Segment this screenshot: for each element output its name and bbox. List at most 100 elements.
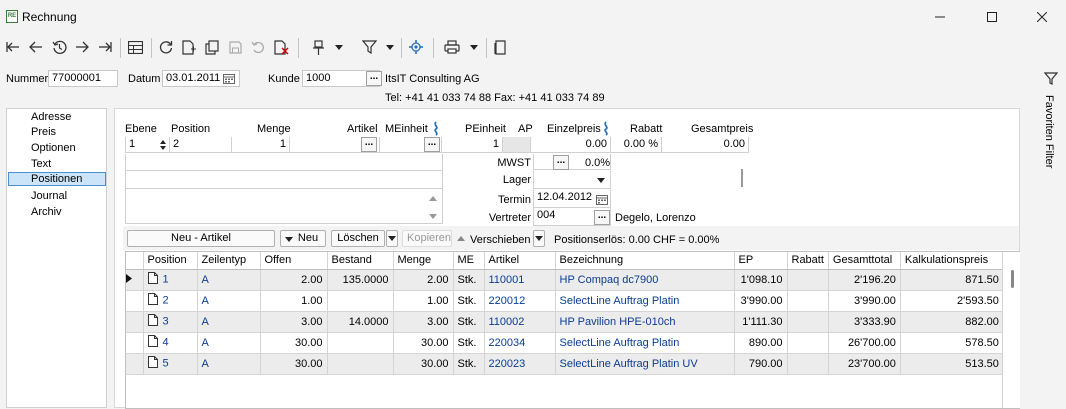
cell-rabatt[interactable] [787, 269, 829, 291]
history-icon[interactable] [50, 38, 68, 56]
cell-bezeichnung[interactable]: HP Compaq dc7900 [555, 269, 735, 291]
cell-kalkulationspreis[interactable]: 513.50 [900, 353, 1004, 375]
favorites-filter-icon[interactable] [1043, 70, 1059, 86]
book-icon[interactable] [491, 38, 509, 56]
cell-bestand[interactable] [327, 353, 394, 375]
calendar-icon[interactable] [222, 72, 236, 85]
verschieben-button[interactable]: Verschieben [470, 233, 531, 247]
row-marker[interactable] [126, 332, 144, 354]
cell-me[interactable]: Stk. [453, 311, 485, 333]
table-row[interactable]: 3 A 3.00 14.0000 3.00 Stk. 110002 HP Pavilion H… [126, 311, 1004, 333]
termin-calendar-icon[interactable] [595, 193, 609, 205]
cell-menge[interactable]: 30.00 [393, 353, 454, 375]
table-row[interactable]: 5 A 30.00 30.00 Stk. 220023 SelectLine Auftrag… [126, 353, 1004, 375]
cell-bestand[interactable]: 135.0000 [327, 269, 394, 291]
nav-item-positionen[interactable]: Positionen [8, 172, 106, 186]
copy-icon[interactable] [203, 38, 221, 56]
table-row[interactable]: 1 A 2.00 135.0000 2.00 Stk. 110001 HP Compaq dc… [126, 269, 1004, 291]
undo-icon[interactable] [249, 38, 267, 56]
col-gesamttotal[interactable]: Gesamttotal [828, 252, 901, 270]
cell-bezeichnung[interactable]: SelectLine Auftrag Platin [555, 332, 735, 354]
cell-ep[interactable]: 3'990.00 [734, 290, 788, 312]
table-row[interactable]: 4 A 30.00 30.00 Stk. 220034 SelectLine Auftrag… [126, 332, 1004, 354]
cell-bezeichnung[interactable]: SelectLine Auftrag Platin UV [555, 353, 735, 375]
pin-dropdown-icon[interactable] [334, 42, 344, 52]
cell-rabatt[interactable] [787, 353, 829, 375]
col-ep[interactable]: EP [734, 252, 788, 270]
nav-item-adresse[interactable]: Adresse [8, 110, 106, 124]
col-offen[interactable]: Offen [260, 252, 328, 270]
favorites-filter-tab[interactable]: Favoriten Filter [1036, 95, 1064, 175]
loeschen-button[interactable]: Löschen [331, 230, 385, 247]
refresh-icon[interactable] [157, 38, 175, 56]
cell-rabatt[interactable] [787, 290, 829, 312]
col-rabatt[interactable]: Rabatt [787, 252, 829, 270]
grid-scrollbar-thumb[interactable] [1011, 270, 1014, 288]
maximize-icon[interactable] [980, 6, 1004, 28]
cell-kalkulationspreis[interactable]: 871.50 [900, 269, 1004, 291]
position-field[interactable]: 2 [170, 137, 232, 153]
cell-artikel[interactable]: 110002 [484, 311, 556, 333]
cell-position[interactable]: 3 [143, 311, 198, 333]
cell-position[interactable]: 4 [143, 332, 198, 354]
verschieben-dropdown-button[interactable] [533, 230, 545, 247]
row-marker[interactable] [126, 290, 144, 312]
cell-gesamttotal[interactable]: 3'990.00 [828, 290, 901, 312]
einzelpreis-link-icon[interactable] [601, 120, 611, 136]
lager-dropdown-icon[interactable] [595, 175, 607, 185]
row-marker[interactable] [126, 353, 144, 375]
cell-me[interactable]: Stk. [453, 290, 485, 312]
cell-artikel[interactable]: 110001 [484, 269, 556, 291]
col-bezeichnung[interactable]: Bezeichnung [555, 252, 735, 270]
cell-offen[interactable]: 30.00 [260, 332, 328, 354]
cell-menge[interactable]: 3.00 [393, 311, 454, 333]
col-menge[interactable]: Menge [393, 252, 454, 270]
cell-zeilentyp[interactable]: A [197, 269, 261, 291]
col-kalkulationspreis[interactable]: Kalkulationspreis [900, 252, 1004, 270]
col-zeilentyp[interactable]: Zeilentyp [197, 252, 261, 270]
cell-offen[interactable]: 30.00 [260, 353, 328, 375]
loeschen-dropdown-button[interactable] [386, 230, 398, 247]
cell-menge[interactable]: 1.00 [393, 290, 454, 312]
neu-dropdown-icon[interactable] [284, 235, 294, 243]
col-bestand[interactable]: Bestand [327, 252, 394, 270]
cell-kalkulationspreis[interactable]: 2'593.50 [900, 290, 1004, 312]
peinheit-field[interactable]: 1 [442, 137, 503, 153]
row-marker[interactable] [126, 311, 144, 333]
ap-field[interactable] [503, 137, 531, 153]
zusatz-field[interactable] [125, 171, 443, 189]
meinheit-link-icon[interactable] [431, 120, 441, 136]
delete-icon[interactable] [272, 38, 290, 56]
grid-scrollbar[interactable] [1002, 252, 1020, 408]
cell-bezeichnung[interactable]: SelectLine Auftrag Platin [555, 290, 735, 312]
cell-menge[interactable]: 30.00 [393, 332, 454, 354]
vertreter-lookup-button[interactable]: ... [594, 210, 610, 225]
cell-bestand[interactable] [327, 290, 394, 312]
nav-item-optionen[interactable]: Optionen [8, 141, 106, 155]
cell-artikel[interactable]: 220023 [484, 353, 556, 375]
save-icon[interactable] [226, 38, 244, 56]
table-row[interactable]: 2 A 1.00 1.00 Stk. 220012 SelectLine Auftrag P… [126, 290, 1004, 312]
nav-item-journal[interactable]: Journal [8, 189, 106, 203]
minimize-icon[interactable] [928, 6, 952, 28]
nav-item-preis[interactable]: Preis [8, 125, 106, 139]
cell-kalkulationspreis[interactable]: 882.00 [900, 311, 1004, 333]
einzelpreis-field[interactable]: 0.00 [531, 137, 611, 153]
cell-ep[interactable]: 790.00 [734, 353, 788, 375]
cell-kalkulationspreis[interactable]: 578.50 [900, 332, 1004, 354]
settings-icon[interactable] [407, 38, 425, 56]
close-icon[interactable] [1030, 6, 1054, 28]
menge-field[interactable]: 1 [232, 137, 290, 153]
col-artikel[interactable]: Artikel [484, 252, 556, 270]
cell-rabatt[interactable] [787, 332, 829, 354]
cell-zeilentyp[interactable]: A [197, 332, 261, 354]
rabatt-field[interactable]: 0.00 % [611, 137, 662, 153]
next-icon[interactable] [73, 38, 91, 56]
cell-position[interactable]: 5 [143, 353, 198, 375]
cell-me[interactable]: Stk. [453, 332, 485, 354]
scroll-up-icon[interactable] [427, 193, 439, 203]
nummer-field[interactable]: 77000001 [48, 70, 118, 87]
cell-menge[interactable]: 2.00 [393, 269, 454, 291]
first-icon[interactable] [4, 38, 22, 56]
nav-item-archiv[interactable]: Archiv [8, 205, 106, 219]
